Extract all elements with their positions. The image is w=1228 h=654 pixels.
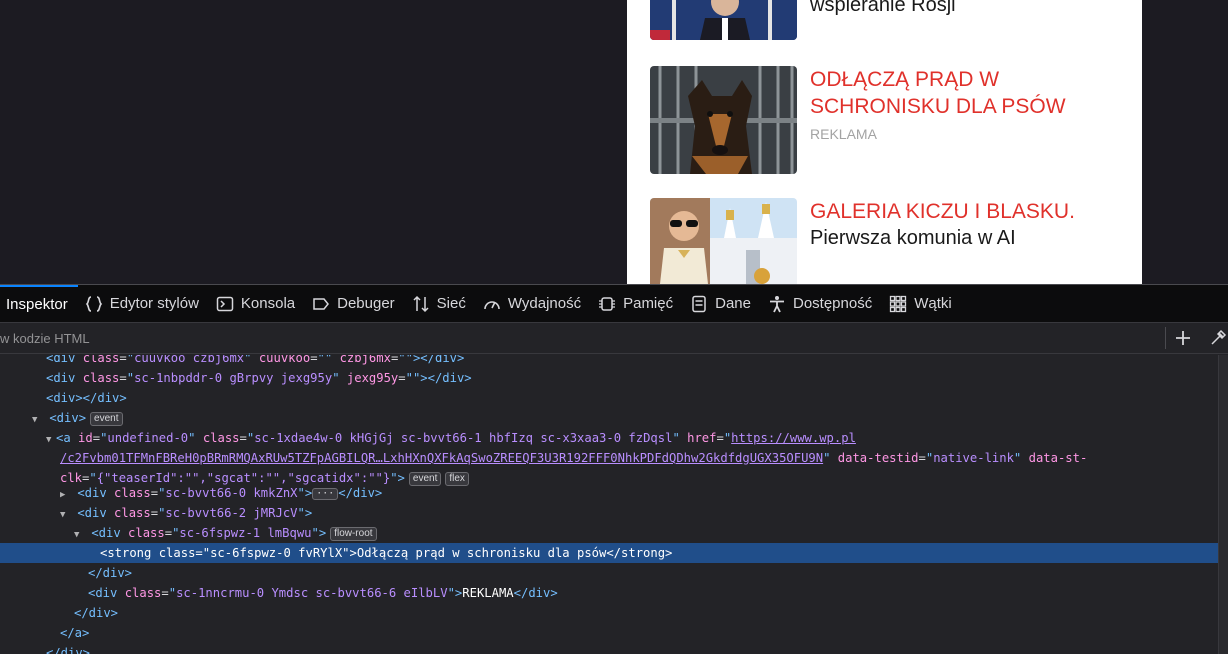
divider — [1165, 327, 1166, 349]
storage-icon — [689, 294, 709, 314]
news-item[interactable]: wspieranie Rosji — [650, 0, 1130, 40]
href-link[interactable]: https://www.wp.pl — [731, 431, 856, 445]
tab-konsola[interactable]: Konsola — [209, 285, 305, 323]
tab-inspektor[interactable]: Inspektor — [0, 284, 78, 323]
tab-edytor-stylow[interactable]: Edytor stylów — [78, 285, 209, 323]
tree-row[interactable]: ▼ <div> event — [0, 408, 1218, 428]
network-icon — [411, 294, 431, 314]
devtools-toolbar: Inspektor Edytor stylów Konsola Debuger … — [0, 284, 1228, 323]
tab-wydajnosc[interactable]: Wydajność — [476, 285, 591, 323]
tree-row[interactable]: </div> — [0, 603, 1218, 623]
tree-row[interactable]: ▼ <div class="sc-bvvt66-2 jMRJcV"> — [0, 503, 1218, 523]
tab-dane[interactable]: Dane — [683, 285, 761, 323]
html-search-input[interactable] — [0, 324, 1140, 352]
news-thumbnail — [650, 198, 797, 284]
event-badge[interactable]: event — [90, 412, 123, 426]
news-text: wspieranie Rosji — [810, 0, 1130, 19]
debugger-icon — [311, 294, 331, 314]
eyedropper-button[interactable] — [1206, 327, 1228, 349]
grid-icon — [888, 294, 908, 314]
tree-row[interactable]: <div class="sc-1nncrmu-0 Ymdsc sc-bvvt66… — [0, 583, 1218, 603]
tab-pamiec[interactable]: Pamięć — [591, 285, 683, 323]
tab-label: Sieć — [436, 295, 466, 312]
eyedropper-icon — [1211, 329, 1227, 345]
ad-label: REKLAMA — [810, 126, 877, 142]
expand-toggle[interactable]: ▼ — [60, 505, 70, 525]
collapsed-ellipsis[interactable]: ··· — [312, 488, 339, 500]
href-link[interactable]: /c2Fvbm01TFMnFBReH0pBRmRMQAxRUw5TZFpAGBI… — [60, 451, 823, 465]
markup-tree: <div class="cuuvkoo czbj6mx" cuuvkoo="" … — [0, 355, 1218, 654]
html-search-bar — [0, 323, 1228, 354]
accessibility-icon — [767, 294, 787, 314]
tab-label: Pamięć — [623, 295, 674, 312]
tab-debuger[interactable]: Debuger — [305, 285, 405, 323]
news-subtitle: Pierwsza komunia w AI — [810, 227, 1016, 249]
news-title: GALERIA KICZU I BLASKU. — [810, 200, 1075, 223]
expand-toggle[interactable]: ▼ — [46, 430, 56, 450]
tab-label: Dostępność — [792, 295, 873, 312]
devtools-panel: Inspektor Edytor stylów Konsola Debuger … — [0, 284, 1228, 654]
tree-row-selected[interactable]: <strong class="sc-6fspwz-0 fvRYlX">Odłąc… — [0, 543, 1218, 563]
tab-label: Inspektor — [6, 296, 68, 313]
news-column: wspieranie Rosji ODŁĄCZĄ PRĄD W SCHRONIS… — [627, 0, 1142, 284]
tab-label: Dane — [715, 295, 751, 312]
collapse-toggle[interactable]: ▶ — [60, 485, 70, 505]
web-page-viewport: wspieranie Rosji ODŁĄCZĄ PRĄD W SCHRONIS… — [0, 0, 1228, 284]
news-text: ODŁĄCZĄ PRĄD W SCHRONISKU DLA PSÓW REKLA… — [810, 66, 1130, 142]
add-node-button[interactable] — [1171, 327, 1195, 349]
news-item[interactable]: ODŁĄCZĄ PRĄD W SCHRONISKU DLA PSÓW REKLA… — [650, 66, 1130, 176]
tree-row-wrap[interactable]: /c2Fvbm01TFMnFBReH0pBRmRMQAxRUw5TZFpAGBI… — [0, 448, 1218, 468]
news-text: GALERIA KICZU I BLASKU. Pierwsza komunia… — [810, 198, 1130, 252]
tree-row[interactable]: ▼ <a id="undefined-0" class="sc-1xdae4w-0… — [0, 428, 1218, 448]
plus-icon — [1176, 331, 1190, 345]
news-item[interactable]: GALERIA KICZU I BLASKU. Pierwsza komunia… — [650, 198, 1130, 284]
tree-row[interactable]: ▶ <div class="sc-bvvt66-0 kmkZnX"> ··· </d… — [0, 483, 1218, 503]
news-subtitle: wspieranie Rosji — [810, 0, 956, 16]
gauge-icon — [482, 294, 502, 314]
tab-siec[interactable]: Sieć — [405, 285, 476, 323]
tab-label: Debuger — [337, 295, 395, 312]
expand-toggle[interactable]: ▼ — [74, 525, 84, 545]
tree-row[interactable]: <div class="sc-1nbpddr-0 gBrpvy jexg95y"… — [0, 368, 1218, 388]
tab-label: Wydajność — [507, 295, 582, 312]
news-title: ODŁĄCZĄ PRĄD W SCHRONISKU DLA PSÓW — [810, 68, 1066, 118]
news-thumbnail — [650, 0, 797, 40]
tab-label: Wątki — [914, 295, 952, 312]
tab-label: Edytor stylów — [109, 295, 199, 312]
tree-row[interactable]: ▼ <div class="sc-6fspwz-1 lmBqwu"> flow-r… — [0, 523, 1218, 543]
console-icon — [215, 294, 235, 314]
tree-row[interactable]: </div> — [0, 643, 1218, 654]
tree-row[interactable]: </a> — [0, 623, 1218, 643]
expand-toggle[interactable]: ▼ — [32, 410, 42, 430]
tab-dostepnosc[interactable]: Dostępność — [761, 285, 882, 323]
braces-icon — [84, 294, 104, 314]
tab-label: Konsola — [240, 295, 296, 312]
flow-root-badge[interactable]: flow-root — [330, 527, 377, 541]
tree-row[interactable]: <div class="cuuvkoo czbj6mx" cuuvkoo="" … — [0, 355, 1218, 368]
tree-scrollbar[interactable] — [1218, 355, 1228, 654]
tree-row[interactable]: </div> — [0, 563, 1218, 583]
tab-watki[interactable]: Wątki — [882, 285, 962, 323]
news-thumbnail — [650, 66, 797, 174]
tree-row[interactable]: <div></div> — [0, 388, 1218, 408]
memory-icon — [597, 294, 617, 314]
